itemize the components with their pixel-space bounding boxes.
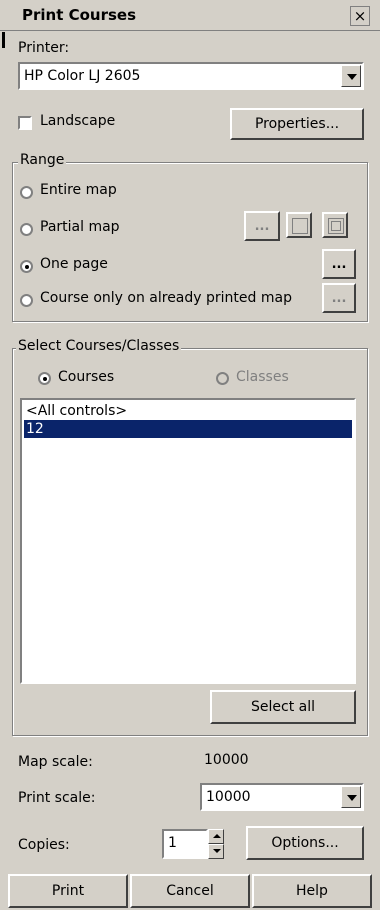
radio-entire-map[interactable] (20, 186, 33, 199)
partial-map-ellipsis-button[interactable]: ... (244, 211, 280, 241)
radio-one-page[interactable] (20, 260, 33, 273)
list-item[interactable]: <All controls> (24, 402, 352, 420)
courses-legend: Select Courses/Classes (16, 338, 182, 354)
printer-label: Printer: (18, 40, 70, 56)
map-scale-label: Map scale: (18, 754, 93, 770)
map-scale-value: 10000 (204, 752, 249, 768)
chevron-down-icon[interactable] (341, 65, 361, 87)
chevron-down-icon[interactable] (341, 786, 361, 808)
print-scale-label: Print scale: (18, 790, 96, 806)
one-page-ellipsis-button[interactable]: ... (322, 249, 356, 279)
spin-down-icon[interactable] (208, 844, 224, 859)
page-frame-button[interactable] (286, 212, 312, 238)
classes-radio-label: Classes (236, 369, 289, 385)
course-only-ellipsis-button[interactable]: ... (322, 283, 356, 313)
page-frame-icon (292, 218, 308, 234)
window-title: Print Courses (22, 6, 137, 24)
radio-partial-map[interactable] (20, 223, 33, 236)
properties-button[interactable]: Properties... (230, 108, 364, 140)
spin-up-icon[interactable] (208, 829, 224, 844)
course-only-label: Course only on already printed map (40, 290, 292, 306)
entire-map-label: Entire map (40, 182, 117, 198)
select-all-button[interactable]: Select all (210, 690, 356, 724)
landscape-checkbox[interactable] (18, 116, 32, 130)
copies-input[interactable]: 1 (162, 829, 208, 859)
page-inset-button[interactable] (322, 212, 348, 238)
print-scale-value: 10000 (206, 789, 251, 805)
radio-classes[interactable] (216, 372, 229, 385)
page-inset-icon (328, 218, 344, 234)
radio-course-only[interactable] (20, 294, 33, 307)
cancel-button[interactable]: Cancel (130, 874, 250, 908)
window-edge-mark (2, 32, 5, 48)
print-button[interactable]: Print (8, 874, 128, 908)
copies-label: Copies: (18, 837, 70, 853)
close-icon[interactable]: × (350, 6, 370, 26)
help-button[interactable]: Help (252, 874, 372, 908)
print-scale-select[interactable]: 10000 (200, 783, 364, 811)
copies-value: 1 (168, 835, 177, 851)
range-legend: Range (18, 152, 67, 168)
landscape-label: Landscape (40, 113, 116, 129)
courses-radio-label: Courses (58, 369, 115, 385)
radio-courses[interactable] (38, 372, 51, 385)
partial-map-label: Partial map (40, 219, 120, 235)
one-page-label: One page (40, 256, 108, 272)
options-button[interactable]: Options... (246, 826, 364, 860)
printer-select-value: HP Color LJ 2605 (24, 68, 141, 84)
courses-listbox[interactable]: <All controls> 12 (20, 398, 356, 684)
list-item-selected[interactable]: 12 (24, 420, 352, 438)
printer-select[interactable]: HP Color LJ 2605 (18, 62, 364, 90)
